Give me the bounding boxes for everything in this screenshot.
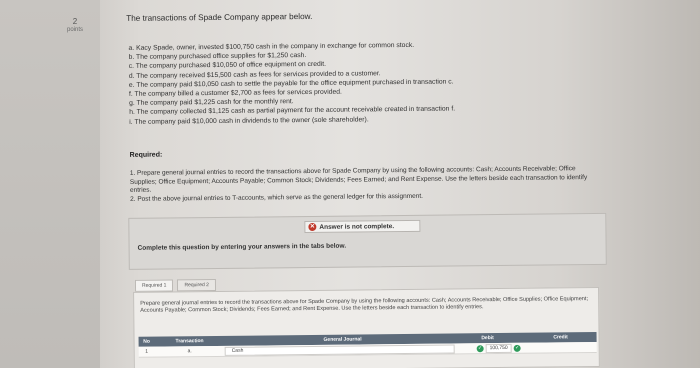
requirements-list: 1. Prepare general journal entries to re… xyxy=(130,165,600,204)
check-icon: ✓ xyxy=(513,344,521,352)
tab-required-1[interactable]: Required 1 xyxy=(134,279,174,292)
col-header-credit: Credit xyxy=(553,334,568,341)
question-content: The transactions of Spade Company appear… xyxy=(118,0,694,368)
points-label: points xyxy=(66,27,83,33)
error-x-icon: ✕ xyxy=(308,222,317,232)
answer-status-text: Answer is not complete. xyxy=(319,222,395,231)
debit-cell: ✓ 100,750 ✓ xyxy=(455,343,525,353)
col-header-debit: Debit xyxy=(481,335,494,342)
row-number: 1 xyxy=(145,348,149,355)
account-select[interactable]: Cash xyxy=(224,343,455,356)
answer-status: ✕ Answer is not complete. xyxy=(304,219,421,234)
debit-input[interactable]: 100,750 xyxy=(485,343,512,353)
journal-table: No Transaction General Journal Debit Cre… xyxy=(138,332,597,358)
tab-required-2[interactable]: Required 2 xyxy=(177,278,216,292)
left-gutter: 2 points xyxy=(0,0,100,368)
panel-instructions: Prepare general journal entries to recor… xyxy=(140,296,594,315)
question-intro: The transactions of Spade Company appear… xyxy=(126,11,313,23)
answer-instruction: Complete this question by entering your … xyxy=(137,242,347,252)
credit-input[interactable] xyxy=(525,347,597,348)
screenshot-background: 2 points The transactions of Spade Compa… xyxy=(0,0,700,368)
transaction-list: a. Kacy Spade, owner, invested $100,750 … xyxy=(128,39,569,126)
answer-box: ✕ Answer is not complete. Complete this … xyxy=(128,212,607,270)
tab-panel: Prepare general journal entries to recor… xyxy=(133,286,600,368)
col-header-no: No xyxy=(143,338,150,345)
transaction-select[interactable]: a. xyxy=(155,348,225,355)
points-value: 2 xyxy=(72,17,78,26)
col-header-transaction: Transaction xyxy=(175,338,204,345)
answer-tabs: Required 1 Required 2 xyxy=(134,278,216,292)
points-indicator: 2 points xyxy=(60,18,90,34)
required-heading: Required: xyxy=(129,151,163,159)
col-header-general-journal: General Journal xyxy=(323,336,362,343)
check-icon: ✓ xyxy=(476,344,484,352)
panel-instruction-text: Prepare general journal entries to recor… xyxy=(140,296,589,314)
